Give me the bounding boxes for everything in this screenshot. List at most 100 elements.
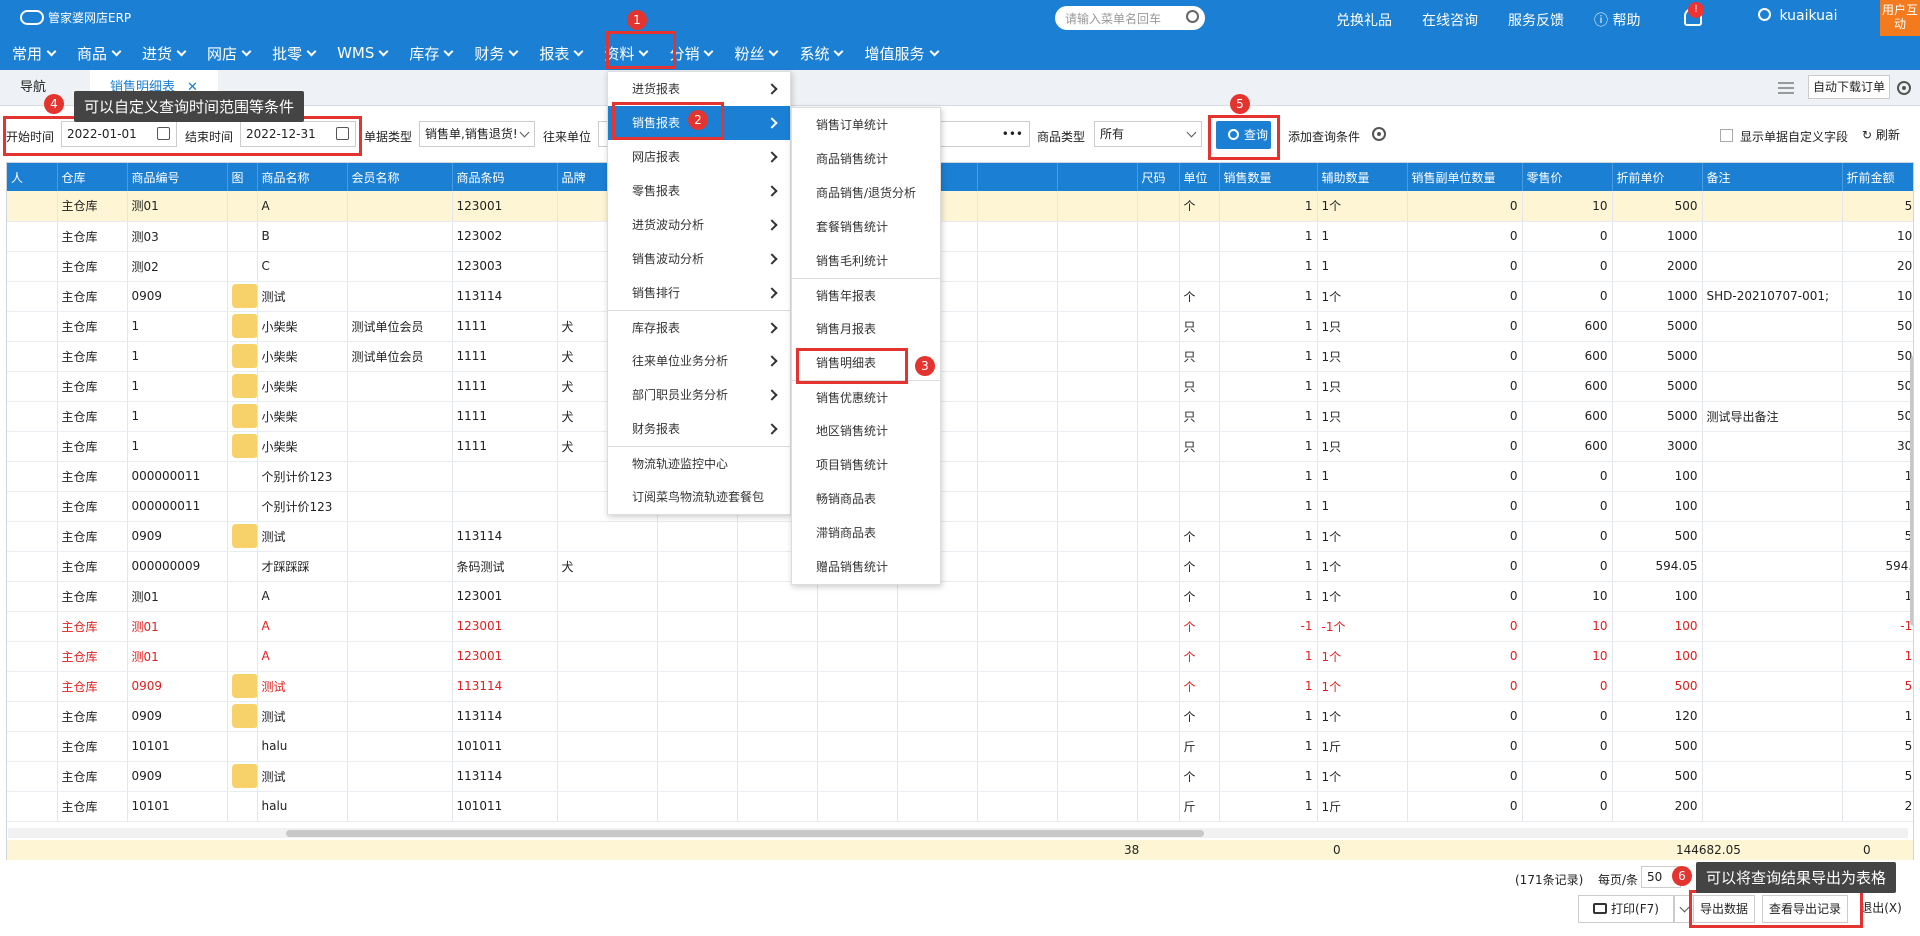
- column-header[interactable]: 商品条码: [452, 163, 558, 191]
- table-row[interactable]: 主仓库测03B12300211001000100010: [7, 221, 1913, 252]
- column-header[interactable]: 销售数量: [1219, 163, 1318, 191]
- menu-item-cainiao-package[interactable]: 订阅菜鸟物流轨迹套餐包: [608, 480, 790, 514]
- nav-purchase[interactable]: 进货: [142, 43, 187, 64]
- table-row[interactable]: 主仓库0909测试113114个11个0012012010: [7, 701, 1913, 732]
- menu-item-eshop-report[interactable]: 网店报表: [608, 140, 790, 174]
- table-row[interactable]: 主仓库1小柴柴1111犬只11只06003000300010: [7, 431, 1913, 462]
- submenu-item[interactable]: 畅销商品表: [792, 482, 940, 516]
- nav-inventory[interactable]: 库存: [409, 43, 454, 64]
- table-row[interactable]: 主仓库000000009才踩踩踩条码测试犬个11个00594.05594.051…: [7, 551, 1913, 582]
- table-row[interactable]: 主仓库测01A123001个11个01010010010: [7, 581, 1913, 612]
- column-header[interactable]: 商品名称: [257, 163, 348, 191]
- table-row[interactable]: 主仓库1小柴柴测试单位会员1111犬只11只0600500050000.90: [7, 311, 1913, 342]
- service-feedback-link[interactable]: 服务反馈: [1508, 10, 1564, 30]
- nav-system[interactable]: 系统: [799, 43, 844, 64]
- submenu-item[interactable]: 套餐销售统计: [792, 210, 940, 244]
- column-header[interactable]: 零售价: [1522, 163, 1613, 191]
- auto-download-orders-button[interactable]: 自动下载订单: [1808, 75, 1890, 99]
- nav-fans[interactable]: 粉丝: [734, 43, 779, 64]
- submenu-item[interactable]: 销售月报表: [792, 312, 940, 346]
- gear-icon[interactable]: [1372, 127, 1386, 141]
- submenu-item[interactable]: 销售优惠统计: [792, 380, 940, 414]
- menu-item-purchase-report[interactable]: 进货报表: [608, 72, 790, 106]
- product-type-select[interactable]: 所有: [1094, 121, 1202, 147]
- menu-item-department-analysis[interactable]: 部门职员业务分析: [608, 378, 790, 412]
- column-header[interactable]: 会员名称: [347, 163, 453, 191]
- column-header[interactable]: 仓库: [57, 163, 128, 191]
- product-thumbnail[interactable]: [231, 524, 256, 548]
- show-custom-fields-checkbox[interactable]: [1720, 129, 1733, 142]
- submenu-item[interactable]: 赠品销售统计: [792, 550, 940, 584]
- menu-item-finance-report[interactable]: 财务报表: [608, 412, 790, 446]
- nav-eshop[interactable]: 网店: [207, 43, 252, 64]
- menu-item-logistics-monitor[interactable]: 物流轨迹监控中心: [608, 446, 790, 480]
- menu-item-purchase-fluctuation[interactable]: 进货波动分析: [608, 208, 790, 242]
- product-thumbnail[interactable]: [231, 284, 256, 308]
- menu-search-input[interactable]: 请输入菜单名回车: [1055, 6, 1205, 30]
- product-thumbnail[interactable]: [231, 344, 256, 368]
- submenu-item[interactable]: 地区销售统计: [792, 414, 940, 448]
- submenu-item[interactable]: 滞销商品表: [792, 516, 940, 550]
- submenu-item[interactable]: 销售订单统计: [792, 108, 940, 142]
- column-header[interactable]: 折前单价: [1612, 163, 1703, 191]
- submenu-item[interactable]: 销售毛利统计: [792, 244, 940, 278]
- submenu-item[interactable]: 项目销售统计: [792, 448, 940, 482]
- doc-type-select[interactable]: 销售单,销售退货!: [419, 121, 535, 147]
- table-row[interactable]: 主仓库000000011个别计价123110010010010: [7, 461, 1913, 492]
- more-icon[interactable]: •••: [1002, 122, 1023, 146]
- table-row[interactable]: 主仓库10101halu101011斤11斤0050050010: [7, 731, 1913, 762]
- menu-item-retail-report[interactable]: 零售报表: [608, 174, 790, 208]
- table-row[interactable]: 主仓库1小柴柴1111犬只11只0600500050000.90: [7, 371, 1913, 402]
- gear-icon[interactable]: [1897, 81, 1911, 95]
- table-row[interactable]: 主仓库0909测试113114个11个0050050010: [7, 761, 1913, 792]
- submenu-item[interactable]: 商品销售统计: [792, 142, 940, 176]
- help-link[interactable]: ⓘ 帮助: [1594, 10, 1640, 30]
- search-icon[interactable]: [1186, 10, 1199, 23]
- submenu-item[interactable]: 商品销售/退货分析: [792, 176, 940, 210]
- product-thumbnail[interactable]: [231, 704, 256, 728]
- table-row[interactable]: 主仓库000000011个别计价123110010010010: [7, 491, 1913, 522]
- nav-product[interactable]: 商品: [77, 43, 122, 64]
- column-header[interactable]: 辅助数量: [1317, 163, 1408, 191]
- nav-common[interactable]: 常用: [12, 43, 57, 64]
- nav-value-added[interactable]: 增值服务: [864, 43, 939, 64]
- column-header[interactable]: 备注: [1702, 163, 1843, 191]
- product-thumbnail[interactable]: [231, 764, 256, 788]
- exchange-gift-link[interactable]: 兑换礼品: [1336, 10, 1392, 30]
- table-row[interactable]: 主仓库测01A123001个11个01010010010: [7, 641, 1913, 672]
- column-header[interactable]: 单位: [1179, 163, 1220, 191]
- product-thumbnail[interactable]: [231, 434, 256, 458]
- add-condition-button[interactable]: 添加查询条件: [1288, 128, 1360, 145]
- product-thumbnail[interactable]: [231, 404, 256, 428]
- horizontal-scrollbar[interactable]: [8, 828, 1908, 838]
- submenu-item[interactable]: 销售年报表: [792, 278, 940, 312]
- menu-item-sales-fluctuation[interactable]: 销售波动分析: [608, 242, 790, 276]
- column-header[interactable]: 人: [7, 163, 58, 191]
- nav-reports[interactable]: 报表: [539, 43, 584, 64]
- table-row[interactable]: 主仓库测01A123001个-1-1个010100-10010: [7, 611, 1913, 642]
- menu-item-partner-analysis[interactable]: 往来单位业务分析: [608, 344, 790, 378]
- table-row[interactable]: 主仓库1小柴柴1111犬只11只06005000测试导出备注500010: [7, 401, 1913, 432]
- column-header[interactable]: 销售副单位数量: [1407, 163, 1523, 191]
- column-header[interactable]: 折前金额: [1842, 163, 1913, 191]
- list-icon[interactable]: [1778, 82, 1794, 94]
- table-row[interactable]: 主仓库测02C12300311002000200010: [7, 251, 1913, 282]
- nav-wholesale[interactable]: 批零: [272, 43, 317, 64]
- column-header[interactable]: [977, 163, 1058, 191]
- print-button[interactable]: 打印(F7): [1578, 895, 1674, 923]
- column-header[interactable]: 尺码: [1137, 163, 1180, 191]
- app-logo[interactable]: 管家婆网店ERP: [20, 9, 131, 26]
- menu-item-sales-ranking[interactable]: 销售排行: [608, 276, 790, 310]
- column-header[interactable]: 图: [227, 163, 258, 191]
- user-interaction-button[interactable]: 用户互动: [1880, 0, 1920, 36]
- nav-finance[interactable]: 财务: [474, 43, 519, 64]
- product-thumbnail[interactable]: [231, 314, 256, 338]
- table-row[interactable]: 主仓库10101halu101011斤11斤0020020010: [7, 791, 1913, 822]
- product-thumbnail[interactable]: [231, 674, 256, 698]
- user-menu[interactable]: kuaikuai: [1758, 8, 1838, 24]
- product-thumbnail[interactable]: [231, 374, 256, 398]
- column-header[interactable]: [1057, 163, 1138, 191]
- online-consult-link[interactable]: 在线咨询: [1422, 10, 1478, 30]
- menu-item-inventory-report[interactable]: 库存报表: [608, 310, 790, 344]
- scrollbar-thumb[interactable]: [286, 830, 1204, 837]
